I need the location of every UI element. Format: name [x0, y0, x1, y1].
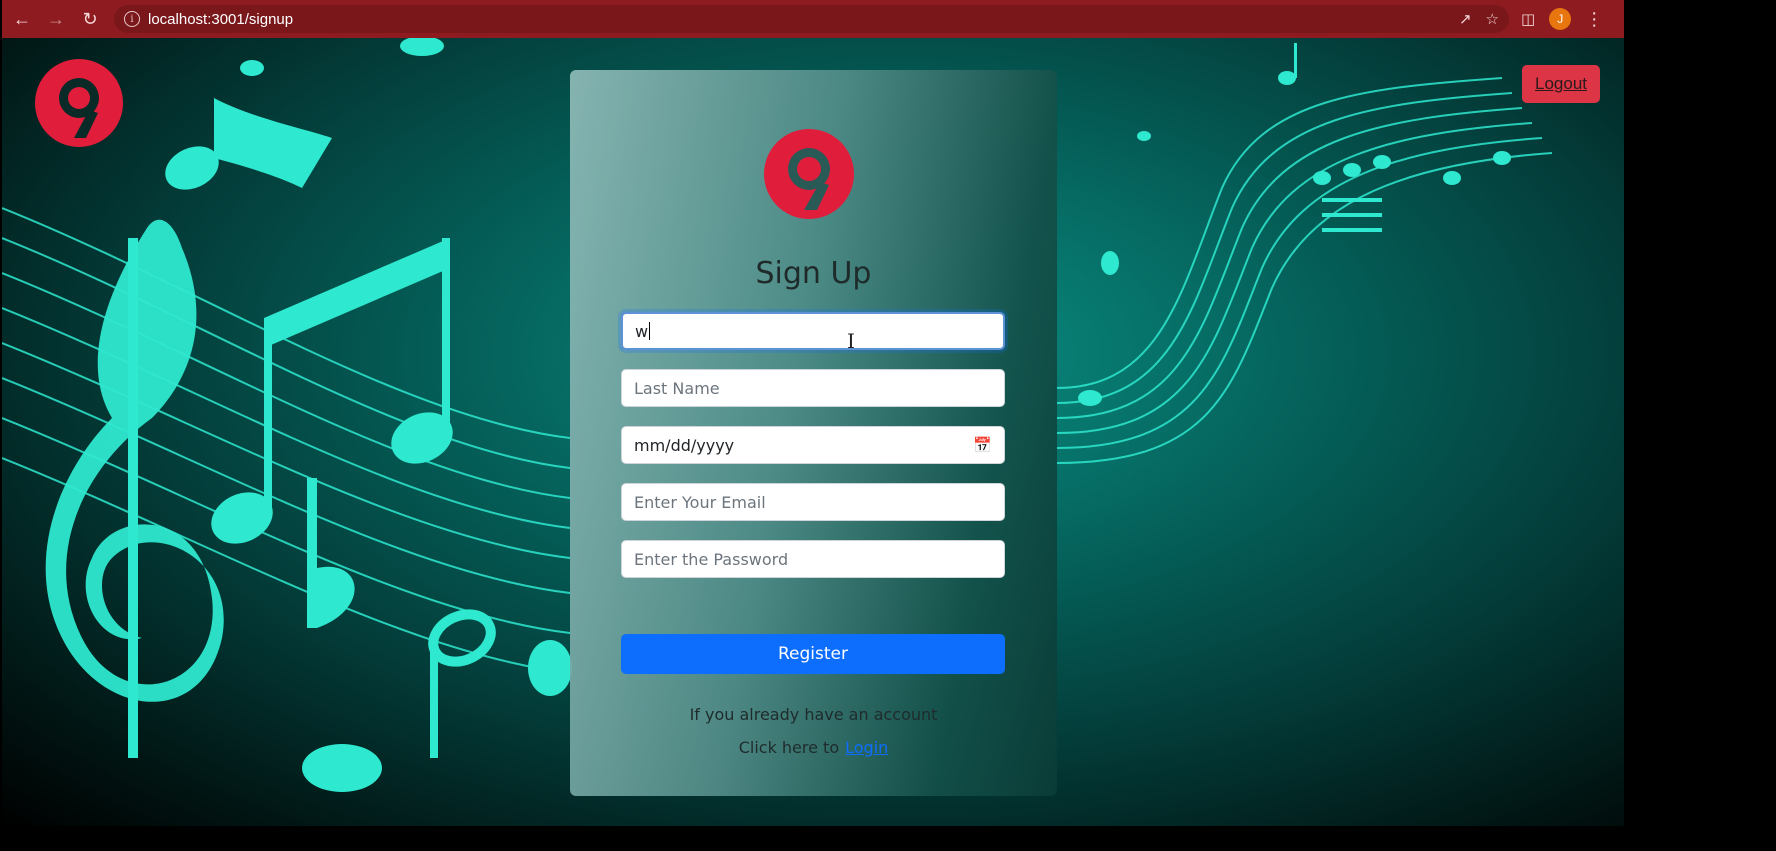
sidepanel-icon[interactable]: ◫: [1521, 10, 1535, 28]
dob-placeholder: mm/dd/yyyy: [634, 435, 735, 455]
text-caret: [649, 322, 651, 340]
email-input[interactable]: Enter Your Email: [621, 483, 1005, 521]
date-of-birth-input[interactable]: mm/dd/yyyy 📅: [621, 426, 1005, 464]
menu-icon[interactable]: ⋮: [1585, 9, 1603, 30]
reload-icon[interactable]: ↻: [76, 5, 104, 33]
account-note: If you already have an account: [689, 705, 938, 724]
ibeam-cursor-icon: I: [847, 329, 855, 353]
login-prompt: Click here to Login: [570, 738, 1057, 757]
back-icon[interactable]: ←: [8, 5, 36, 33]
page-viewport: Logout Sign Up w I Last Name mm/dd/yyyy …: [2, 38, 1624, 826]
last-name-placeholder: Last Name: [634, 378, 720, 398]
signup-card: Sign Up w I Last Name mm/dd/yyyy 📅 Enter…: [570, 70, 1057, 796]
first-name-value: w: [635, 321, 649, 341]
email-placeholder: Enter Your Email: [634, 492, 766, 512]
app-logo[interactable]: [34, 58, 124, 148]
page-title: Sign Up: [755, 256, 872, 291]
login-prompt-text: Click here to: [738, 738, 840, 757]
password-placeholder: Enter the Password: [634, 549, 789, 569]
share-icon[interactable]: ↗: [1459, 10, 1472, 28]
logout-button[interactable]: Logout: [1522, 65, 1600, 103]
login-link[interactable]: Login: [845, 738, 888, 757]
first-name-input[interactable]: w I: [621, 312, 1005, 353]
address-bar[interactable]: i localhost:3001/signup ↗ ☆: [114, 5, 1509, 33]
calendar-icon[interactable]: 📅: [973, 436, 992, 454]
info-icon[interactable]: i: [124, 11, 140, 27]
register-button[interactable]: Register: [621, 634, 1005, 674]
star-icon[interactable]: ☆: [1486, 10, 1499, 28]
last-name-input[interactable]: Last Name: [621, 369, 1005, 407]
password-input[interactable]: Enter the Password: [621, 540, 1005, 578]
profile-avatar[interactable]: J: [1549, 8, 1572, 30]
forward-icon[interactable]: →: [42, 5, 70, 33]
app-logo: [764, 129, 854, 219]
address-bar-url[interactable]: localhost:3001/signup: [148, 11, 1459, 28]
browser-toolbar: ← → ↻ i localhost:3001/signup ↗ ☆ ◫ J ⋮: [2, 0, 1624, 39]
